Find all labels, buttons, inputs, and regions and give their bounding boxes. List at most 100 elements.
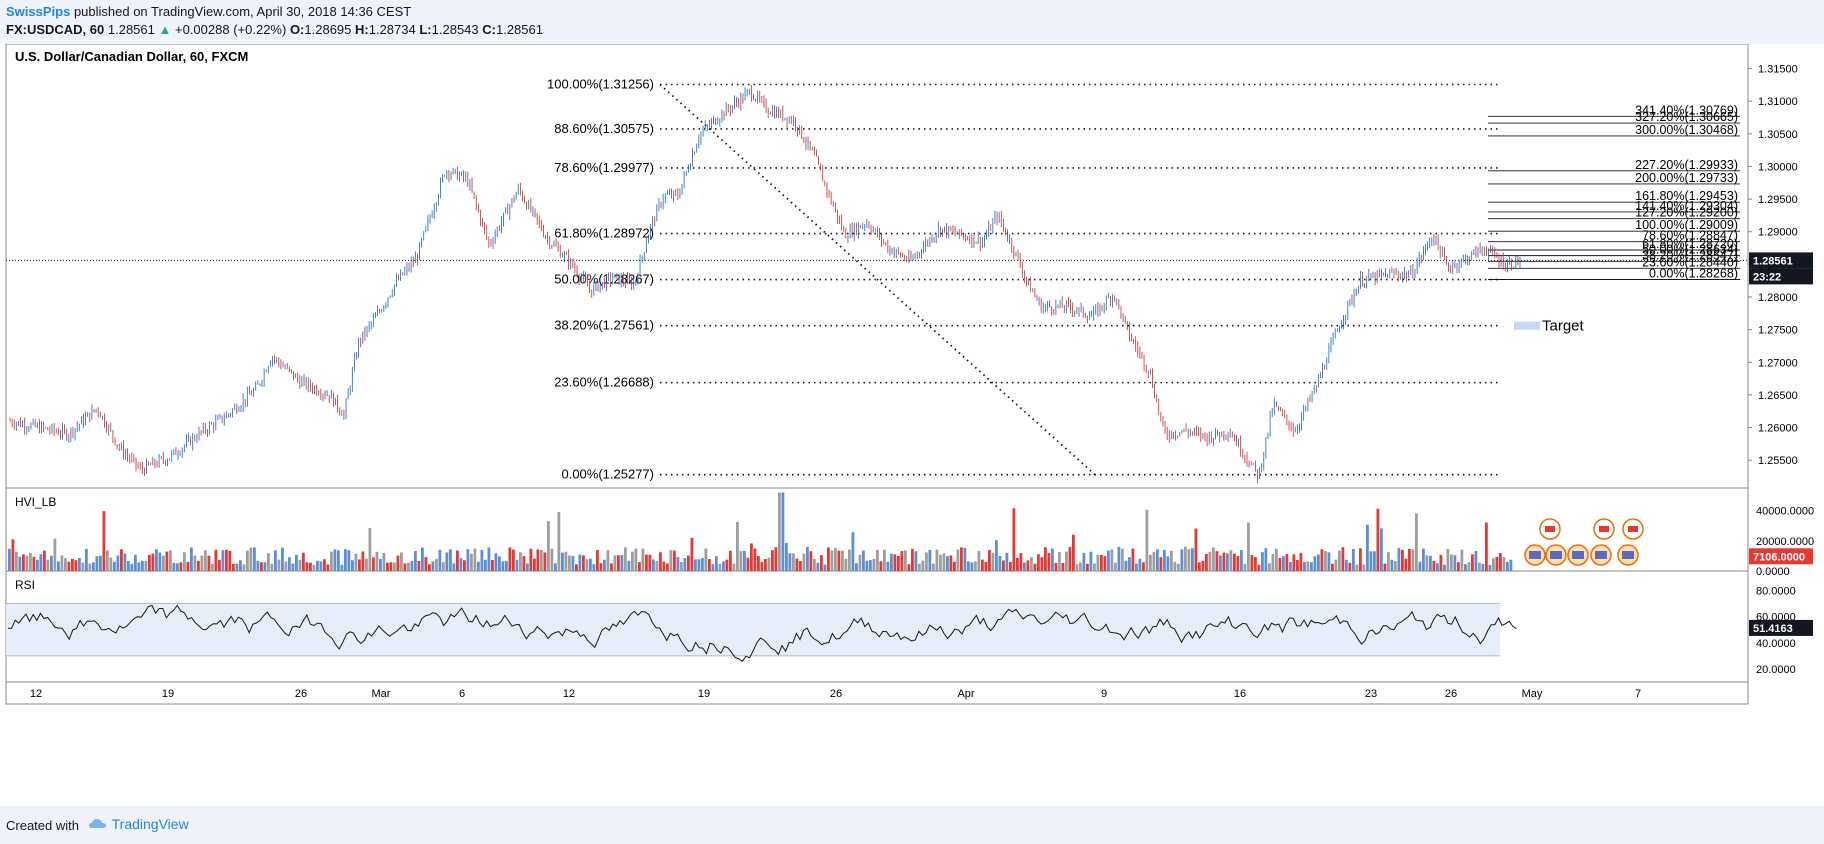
volume-bar (841, 550, 844, 571)
volume-bar (1051, 548, 1054, 571)
volume-bar (379, 558, 382, 571)
volume-bar (645, 554, 648, 571)
price-tick-label: 1.28000 (1758, 292, 1798, 304)
volume-bar (1026, 560, 1030, 571)
volume-bar (1467, 562, 1471, 571)
volume-bar (1212, 547, 1215, 571)
volume-bar (830, 550, 834, 571)
volume-bar (267, 553, 270, 571)
volume-bar (939, 554, 942, 571)
volume-bar (704, 548, 708, 571)
fib-level-label: 23.60%(1.26688) (554, 375, 654, 390)
volume-bar (1397, 548, 1401, 571)
volume-bar (1460, 549, 1464, 571)
author-name[interactable]: SwissPips (6, 4, 70, 19)
volume-bar (872, 558, 876, 571)
volume-bar (1054, 562, 1058, 571)
tradingview-logo[interactable]: TradingView (88, 816, 189, 832)
flag-icon (1628, 526, 1638, 532)
volume-bar (137, 562, 141, 571)
volume-tick-label: 20000.0000 (1756, 536, 1814, 548)
volume-bar (393, 562, 396, 571)
volume-bar (1310, 562, 1313, 571)
volume-bar (1432, 561, 1436, 571)
volume-bar (1121, 548, 1124, 571)
flag-icon (1545, 526, 1555, 532)
volume-bar (1082, 552, 1086, 571)
volume-bar (610, 563, 613, 571)
volume-bar (50, 555, 53, 571)
volume-bar (1079, 562, 1082, 571)
volume-bar (701, 558, 704, 571)
volume-bar (711, 564, 715, 571)
volume-bar (921, 560, 925, 571)
volume-bar (806, 546, 809, 571)
volume-bar (788, 553, 792, 571)
volume-bar (1201, 560, 1205, 571)
rsi-band (6, 603, 1500, 656)
volume-bar (1390, 559, 1394, 571)
time-axis-label: 9 (1101, 688, 1107, 700)
volume-bar (249, 547, 253, 571)
volume-bar (820, 555, 823, 571)
volume-bar (1296, 559, 1299, 571)
fib-level-label: 38.20%(1.27561) (554, 318, 654, 333)
price-tick-label: 1.31000 (1758, 96, 1798, 108)
volume-bar (1117, 546, 1121, 571)
flag-icon (1599, 526, 1609, 532)
volume-bar (15, 551, 18, 571)
volume-bar (1439, 554, 1443, 571)
volume-bar (666, 563, 669, 571)
volume-bar (708, 559, 711, 571)
chart-canvas[interactable]: 100.00%(1.31256) 88.60%(1.30575) 78.60%(1.… (0, 44, 1824, 806)
time-axis-label: 7 (1635, 688, 1641, 700)
volume-bar (389, 562, 393, 571)
volume-bar (785, 542, 788, 571)
volume-bar (1411, 549, 1415, 571)
open-label: O: (289, 22, 305, 37)
price-candles (9, 85, 1521, 484)
volume-bar (484, 559, 487, 571)
price-tick-label: 1.31500 (1758, 64, 1798, 76)
volume-bar (1149, 554, 1152, 571)
volume-bar (554, 563, 557, 571)
volume-bar (809, 551, 813, 571)
volume-bar (613, 555, 617, 571)
rsi-pane-title: RSI (15, 578, 35, 592)
volume-bar (1429, 555, 1432, 571)
extension-level-label: 0.00%(1.28268) (1649, 267, 1738, 281)
volume-bar (169, 550, 172, 571)
volume-bar (158, 552, 162, 571)
fib-level-label: 78.60%(1.29977) (554, 160, 654, 175)
volume-bar (1030, 557, 1033, 571)
volume-bar (1450, 554, 1453, 571)
volume-bar (1359, 548, 1362, 571)
volume-bar (1282, 556, 1285, 571)
volume-bar (1058, 552, 1061, 571)
volume-bar (1362, 564, 1366, 571)
volume-bar (347, 550, 351, 571)
volume-bar (291, 563, 295, 571)
volume-bar (1142, 562, 1145, 571)
volume-bar (22, 554, 25, 571)
volume-bar (1464, 564, 1467, 571)
volume-bar (890, 553, 893, 571)
volume-bar (1474, 550, 1478, 571)
volume-bar (967, 561, 970, 571)
volume-bar (1194, 528, 1198, 571)
volume-bar (984, 561, 988, 571)
volume-bar (1373, 551, 1376, 571)
high-label: H: (355, 22, 369, 37)
volume-bar (858, 554, 862, 571)
last-price-tag: 1.28561 (1753, 255, 1793, 267)
volume-bar (491, 559, 494, 571)
volume-bar (74, 560, 78, 571)
volume-bar (732, 563, 736, 571)
volume-bar (795, 558, 799, 571)
volume-bar (582, 555, 585, 571)
volume-bar (414, 550, 417, 571)
volume-bar (659, 552, 662, 571)
volume-bar (970, 562, 974, 571)
volume-bar (956, 549, 960, 571)
volume-bar (424, 557, 428, 571)
